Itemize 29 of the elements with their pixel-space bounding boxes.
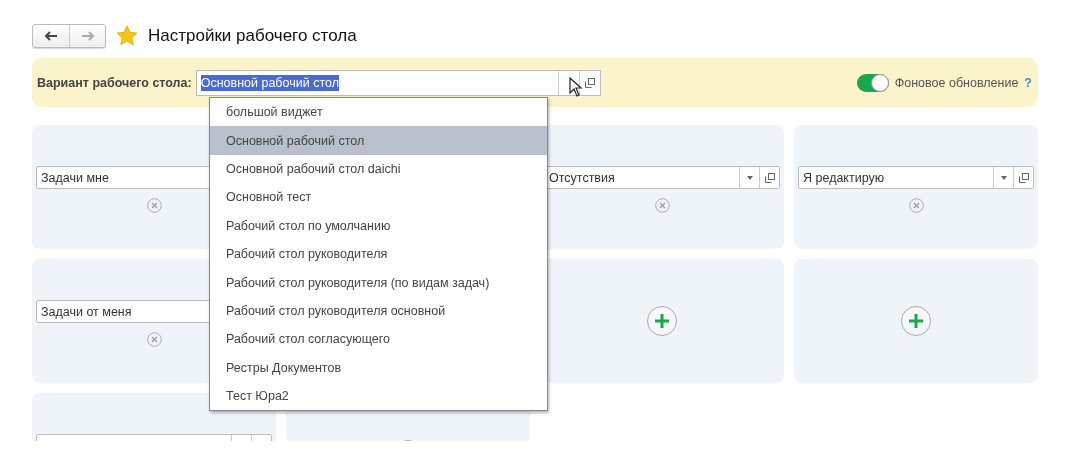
dropdown-item[interactable]: Рабочий стол согласующего [210,325,547,354]
caret-icon [746,175,753,180]
plus-icon [654,313,670,329]
open-window-icon [1018,172,1029,183]
dropdown-item[interactable]: Тест Юра2 [210,381,547,411]
toggle-label: Фоновое обновление [894,75,1019,90]
mouse-cursor-icon [569,77,583,97]
remove-icon[interactable] [908,198,924,213]
remove-icon[interactable] [654,198,670,213]
caret-icon [1000,175,1007,180]
dropdown-item[interactable]: Рабочий стол руководителя (по видам задач) [210,268,547,297]
widget-select-field[interactable]: Я редактирую [798,166,1034,189]
star-icon[interactable] [116,25,138,47]
page-title: Настройки рабочего стола [148,26,357,46]
dropdown-item[interactable]: Рабочий стол руководителя [210,239,547,269]
right-arrow-icon [80,31,95,41]
open-window-icon [584,77,595,88]
dropdown-item[interactable]: Рестры Документов [210,353,547,382]
left-arrow-icon [44,31,58,41]
dropdown-item[interactable]: большой виджет [210,98,547,127]
dropdown-item[interactable]: Основной рабочий стол [210,126,547,155]
field-label: Вариант рабочего стола: [37,75,192,90]
plus-icon [908,313,924,329]
dropdown-item[interactable]: Рабочий стол по умолчанию [210,211,547,240]
remove-icon[interactable] [146,198,162,213]
remove-icon[interactable] [146,332,162,347]
toggle-switch[interactable] [856,73,889,92]
open-window-icon [764,172,775,183]
variant-field[interactable]: Основной рабочий стол [195,69,601,96]
